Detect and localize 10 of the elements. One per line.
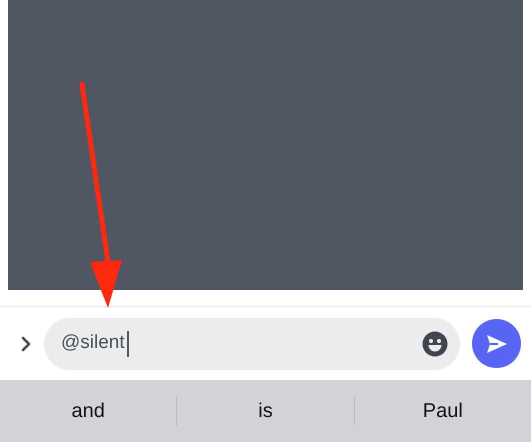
message-field[interactable]: @silent — [44, 318, 460, 370]
suggestion-word[interactable]: and — [71, 396, 105, 426]
text-cursor — [126, 330, 129, 356]
message-text: @silent — [61, 331, 125, 356]
send-icon — [486, 334, 508, 354]
smiley-icon[interactable] — [422, 330, 448, 356]
suggestion-word[interactable]: Paul — [422, 396, 463, 426]
send-button[interactable] — [472, 319, 521, 368]
suggestion-word[interactable]: is — [258, 396, 273, 426]
chevron-right-icon[interactable] — [20, 334, 32, 352]
